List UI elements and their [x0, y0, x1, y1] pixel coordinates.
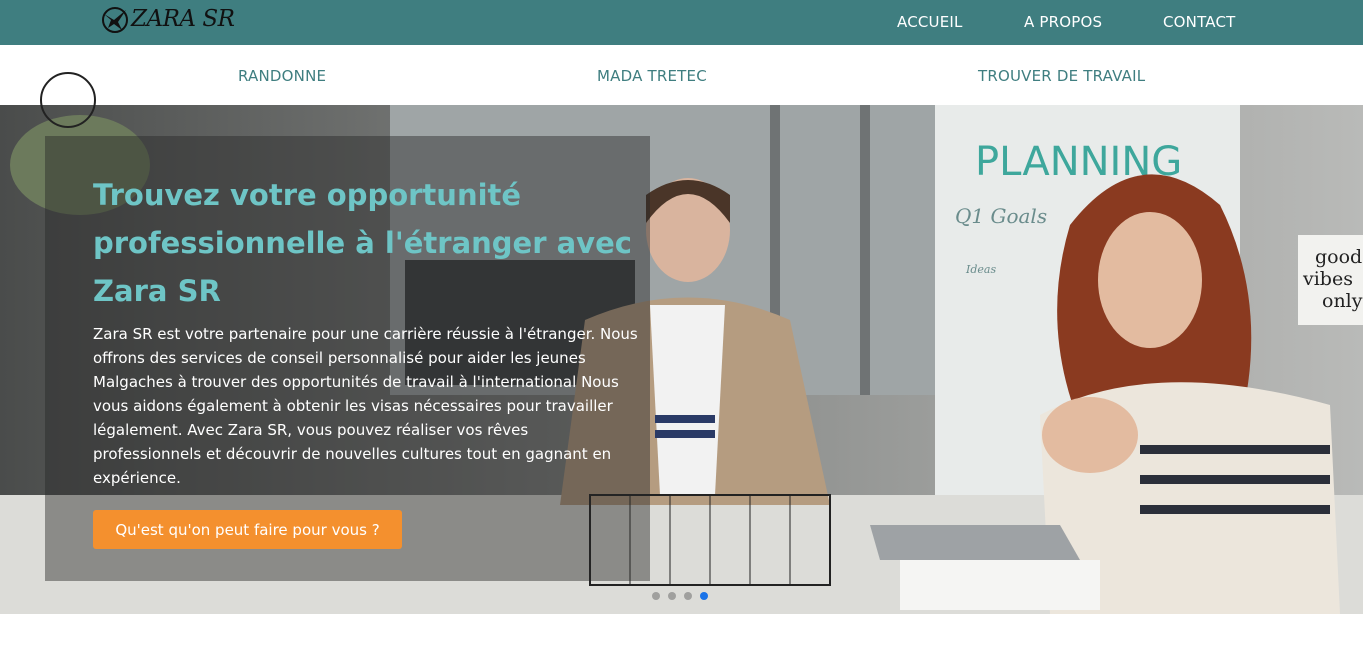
brand-logo[interactable]: ZARA SR	[100, 2, 235, 36]
nav-contact[interactable]: CONTACT	[1163, 13, 1236, 31]
carousel-dot-1[interactable]	[652, 592, 660, 600]
hero-carousel: PLANNING Q1 Goals Ideas good vibes only	[0, 105, 1363, 614]
poster-line-1: good	[1315, 246, 1362, 268]
nav-a-propos[interactable]: A PROPOS	[1024, 13, 1102, 31]
whiteboard-line: Q1 Goals	[955, 204, 1047, 228]
subnav-trouver-de-travail[interactable]: TROUVER DE TRAVAIL	[978, 67, 1145, 85]
whiteboard-note: Ideas	[965, 263, 996, 276]
secondary-navbar: RANDONNE MADA TRETEC TROUVER DE TRAVAIL	[0, 45, 1363, 105]
top-navbar: ZARA SR ACCUEIL A PROPOS CONTACT	[0, 0, 1363, 45]
logo-text: ZARA SR	[131, 6, 235, 32]
subnav-randonne[interactable]: RANDONNE	[238, 67, 326, 85]
hero-description: Zara SR est votre partenaire pour une ca…	[93, 325, 638, 487]
menu-toggle-circle[interactable]	[40, 72, 96, 128]
carousel-indicators	[652, 592, 708, 600]
subnav-mada-tretec[interactable]: MADA TRETEC	[597, 67, 707, 85]
nav-accueil[interactable]: ACCUEIL	[897, 13, 963, 31]
bird-logo-icon	[102, 7, 128, 33]
poster-line-2: vibes	[1302, 268, 1353, 290]
hero-title: Trouvez votre opportunité professionnell…	[93, 178, 632, 308]
carousel-dot-4[interactable]	[700, 592, 708, 600]
carousel-dot-2[interactable]	[668, 592, 676, 600]
poster-line-3: only	[1322, 290, 1363, 312]
cta-button[interactable]: Qu'est qu'on peut faire pour vous ?	[93, 510, 402, 549]
carousel-dot-3[interactable]	[684, 592, 692, 600]
